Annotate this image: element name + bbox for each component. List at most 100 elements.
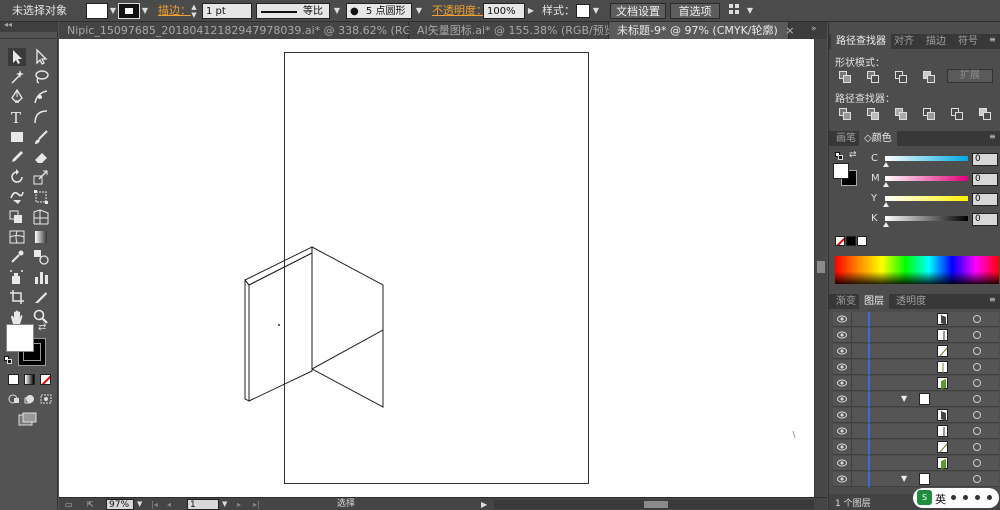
- vertical-scroll-thumb[interactable]: [817, 261, 825, 273]
- black-slider[interactable]: K 0: [871, 213, 999, 227]
- layer-row[interactable]: [833, 440, 999, 455]
- brush-dropdown-icon[interactable]: ▼: [414, 3, 424, 19]
- fill-dropdown-icon[interactable]: ▼: [108, 3, 118, 19]
- color-fill-proxy[interactable]: [833, 163, 849, 179]
- selection-tool-icon[interactable]: [8, 48, 26, 66]
- default-colors-icon[interactable]: [4, 356, 12, 364]
- vertical-scrollbar[interactable]: [814, 39, 827, 497]
- warp-tool-icon[interactable]: [8, 188, 26, 206]
- layer-row[interactable]: [833, 376, 999, 391]
- eyedropper-tool-icon[interactable]: [8, 248, 26, 266]
- eye-icon[interactable]: [837, 314, 847, 324]
- menu-chevron-icon[interactable]: ▼: [745, 3, 755, 19]
- target-icon[interactable]: [973, 443, 981, 451]
- exclude-icon[interactable]: [923, 71, 935, 83]
- type-tool-icon[interactable]: T: [8, 108, 26, 127]
- sublayer-group-row[interactable]: ▼: [833, 472, 999, 487]
- style-dropdown-icon[interactable]: ▼: [591, 3, 601, 19]
- black-swatch[interactable]: [846, 236, 856, 246]
- cyan-bar[interactable]: [885, 156, 968, 161]
- eye-icon[interactable]: [837, 378, 847, 388]
- paintbrush-tool-icon[interactable]: [32, 128, 50, 146]
- document-tab-3[interactable]: 未标题-9* @ 97% (CMYK/轮廓) ×: [609, 22, 795, 39]
- door-side-edge[interactable]: [244, 278, 250, 402]
- layer-row[interactable]: [833, 344, 999, 359]
- minus-front-icon[interactable]: [867, 71, 879, 83]
- first-page-icon[interactable]: |◂: [151, 499, 158, 510]
- tab-overflow-icon[interactable]: »: [811, 24, 817, 34]
- artboard-nav-icon[interactable]: ▭: [65, 499, 73, 510]
- outline-icon[interactable]: [951, 108, 963, 120]
- target-icon[interactable]: [973, 459, 981, 467]
- divide-icon[interactable]: [839, 108, 851, 120]
- profile-dropdown-icon[interactable]: ▼: [332, 3, 342, 19]
- close-icon[interactable]: ×: [785, 24, 794, 37]
- eye-icon[interactable]: [837, 442, 847, 452]
- minus-back-icon[interactable]: [979, 108, 991, 120]
- rotate-tool-icon[interactable]: [8, 168, 26, 186]
- magenta-slider[interactable]: M 0: [871, 173, 999, 187]
- tab-transparency[interactable]: 透明度: [891, 294, 931, 309]
- prev-page-icon[interactable]: ◂: [167, 499, 171, 510]
- last-page-icon[interactable]: ▸|: [253, 499, 260, 510]
- swap-colors-icon[interactable]: ⇄: [849, 150, 857, 160]
- expand-triangle-icon[interactable]: ▼: [901, 474, 907, 483]
- zoom-dropdown-icon[interactable]: ▼: [137, 499, 142, 510]
- right-panel[interactable]: [311, 246, 384, 408]
- symbol-sprayer-tool-icon[interactable]: [8, 268, 26, 286]
- tab-align[interactable]: 对齐: [889, 34, 919, 49]
- eye-icon[interactable]: [837, 394, 847, 404]
- draw-behind-icon[interactable]: [24, 394, 36, 404]
- door-top-edge[interactable]: [244, 246, 313, 286]
- swap-fill-stroke-icon[interactable]: ⇄: [38, 322, 46, 333]
- horizontal-scrollbar[interactable]: [494, 500, 814, 509]
- document-tab-1[interactable]: Nipic_15097685_20180412182947978039.ai* …: [59, 22, 465, 39]
- target-icon[interactable]: [973, 395, 981, 403]
- target-icon[interactable]: [973, 379, 981, 387]
- door-face[interactable]: [248, 252, 313, 402]
- cyan-slider[interactable]: C 0: [871, 153, 999, 167]
- document-setup-button[interactable]: 文档设置: [610, 3, 666, 19]
- cyan-thumb[interactable]: [883, 162, 889, 167]
- layer-row[interactable]: [833, 360, 999, 375]
- page-dropdown-icon[interactable]: ▼: [222, 499, 227, 510]
- gradient-mode-button[interactable]: [24, 374, 35, 385]
- artboard-tool-icon[interactable]: [8, 288, 26, 306]
- arrange-documents-icon[interactable]: [727, 3, 741, 19]
- merge-icon[interactable]: [895, 108, 907, 120]
- fill-swatch[interactable]: [86, 3, 108, 19]
- layer-row[interactable]: [833, 424, 999, 439]
- magenta-value[interactable]: 0: [972, 173, 998, 186]
- default-fill-stroke-icon[interactable]: [835, 152, 843, 160]
- sublayer-group-row[interactable]: ▼: [833, 392, 999, 407]
- draw-inside-icon[interactable]: [40, 394, 52, 404]
- yellow-slider[interactable]: Y 0: [871, 193, 999, 207]
- zoom-field[interactable]: 97%: [106, 499, 134, 510]
- target-icon[interactable]: [973, 363, 981, 371]
- gradient-tool-icon[interactable]: [32, 228, 50, 246]
- unite-icon[interactable]: [839, 71, 851, 83]
- panel-menu-icon[interactable]: ≡: [989, 132, 996, 141]
- stroke-dropdown-icon[interactable]: ▼: [140, 3, 150, 19]
- color-mode-button[interactable]: [8, 374, 19, 385]
- stroke-swatch[interactable]: [118, 3, 140, 19]
- tab-symbols[interactable]: 符号: [953, 34, 983, 49]
- crop-icon[interactable]: [923, 108, 935, 120]
- target-icon[interactable]: [973, 347, 981, 355]
- target-icon[interactable]: [973, 475, 981, 483]
- tab-gradient[interactable]: 渐变: [831, 294, 861, 309]
- document-tab-2[interactable]: AI矢量图标.ai* @ 155.38% (RGB/预览) ×: [409, 22, 636, 39]
- intersect-icon[interactable]: [895, 71, 907, 83]
- black-value[interactable]: 0: [972, 213, 998, 226]
- yellow-value[interactable]: 0: [972, 193, 998, 206]
- brush-definition-select[interactable]: ● 5 点圆形: [346, 3, 412, 19]
- eraser-tool-icon[interactable]: [32, 148, 50, 166]
- preferences-button[interactable]: 首选项: [670, 3, 720, 19]
- white-swatch[interactable]: [857, 236, 867, 246]
- target-icon[interactable]: [973, 427, 981, 435]
- magic-wand-tool-icon[interactable]: [8, 68, 26, 86]
- target-icon[interactable]: [973, 331, 981, 339]
- horizontal-scroll-thumb[interactable]: [644, 501, 668, 508]
- curvature-tool-icon[interactable]: [32, 88, 50, 106]
- ime-dot-icon[interactable]: [963, 495, 968, 500]
